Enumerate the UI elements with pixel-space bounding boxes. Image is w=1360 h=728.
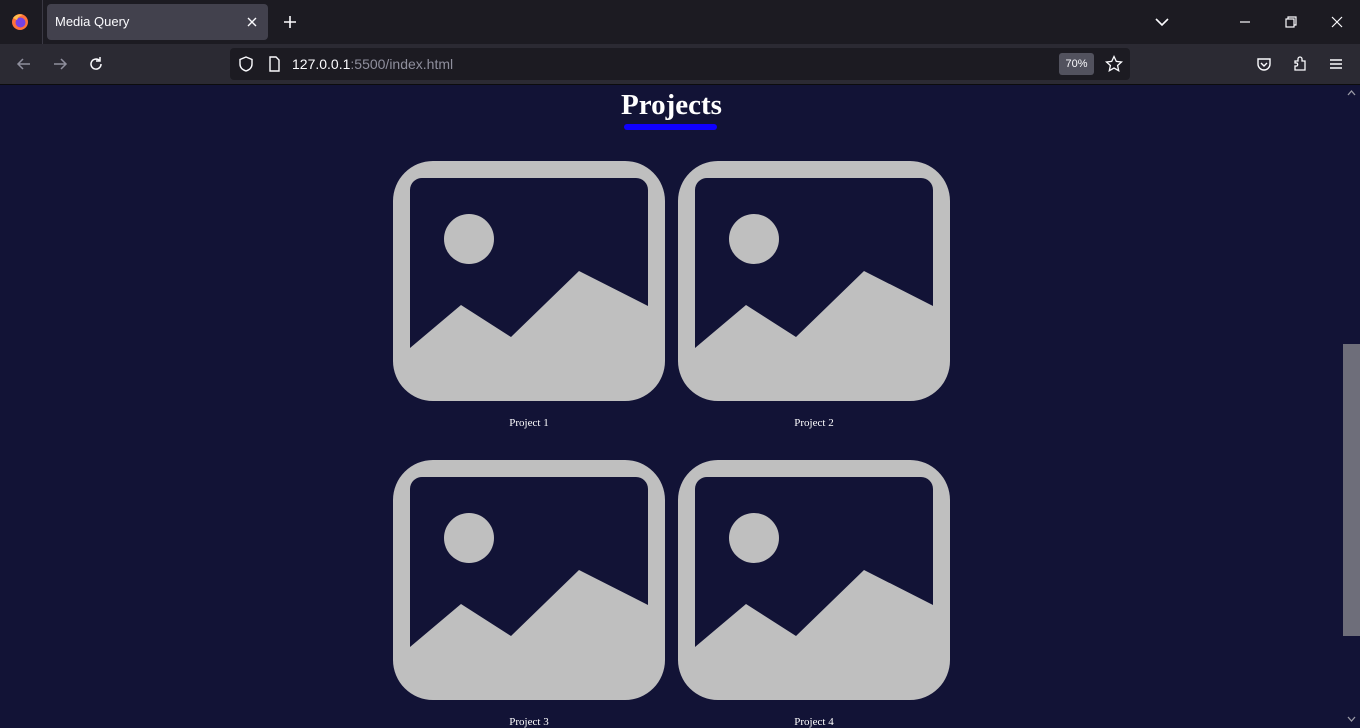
project-card-3[interactable] [393, 460, 665, 700]
zoom-level-badge[interactable]: 70% [1059, 53, 1094, 75]
forward-arrow-icon[interactable] [50, 54, 70, 74]
menu-icon[interactable] [1326, 54, 1346, 74]
firefox-logo-icon[interactable] [8, 10, 32, 34]
address-bar[interactable]: 127.0.0.1:5500/index.html 70% [230, 48, 1130, 80]
scroll-down-arrow-icon[interactable] [1346, 715, 1357, 723]
image-placeholder-icon [678, 161, 950, 401]
restore-icon[interactable] [1281, 12, 1301, 32]
scroll-up-arrow-icon[interactable] [1346, 89, 1357, 97]
project-card-2[interactable] [678, 161, 950, 401]
chevron-down-icon[interactable] [1152, 12, 1172, 32]
project-card-1[interactable] [393, 161, 665, 401]
page-viewport: Projects Project 1 Project 2 Project 3 P… [0, 85, 1343, 728]
tab-separator [42, 0, 43, 44]
tab-bar: Media Query [0, 0, 1360, 44]
minimize-icon[interactable] [1235, 12, 1255, 32]
shield-icon[interactable] [236, 54, 256, 74]
project-label-3: Project 3 [509, 716, 549, 728]
image-placeholder-icon [393, 161, 665, 401]
active-tab[interactable]: Media Query [47, 4, 268, 40]
image-placeholder-icon [393, 460, 665, 700]
url-host: 127.0.0.1 [292, 56, 351, 72]
pocket-icon[interactable] [1254, 54, 1274, 74]
close-window-icon[interactable] [1327, 12, 1347, 32]
new-tab-icon[interactable] [280, 12, 300, 32]
project-label-2: Project 2 [794, 417, 834, 429]
project-label-1: Project 1 [509, 417, 549, 429]
back-arrow-icon[interactable] [14, 54, 34, 74]
page-icon[interactable] [264, 54, 284, 74]
tab-title: Media Query [55, 14, 130, 29]
project-card-4[interactable] [678, 460, 950, 700]
close-tab-icon[interactable] [242, 12, 262, 32]
image-placeholder-icon [678, 460, 950, 700]
url-text[interactable]: 127.0.0.1:5500/index.html [292, 48, 453, 80]
bookmark-star-icon[interactable] [1104, 54, 1124, 74]
reload-icon[interactable] [86, 54, 106, 74]
project-label-4: Project 4 [794, 716, 834, 728]
section-title: Projects [621, 89, 722, 121]
title-underline [624, 124, 717, 130]
scrollbar-thumb[interactable] [1343, 344, 1360, 636]
navigation-toolbar: 127.0.0.1:5500/index.html 70% [0, 44, 1360, 85]
extensions-icon[interactable] [1290, 54, 1310, 74]
vertical-scrollbar[interactable] [1343, 85, 1360, 728]
url-path: :5500/index.html [350, 56, 454, 72]
